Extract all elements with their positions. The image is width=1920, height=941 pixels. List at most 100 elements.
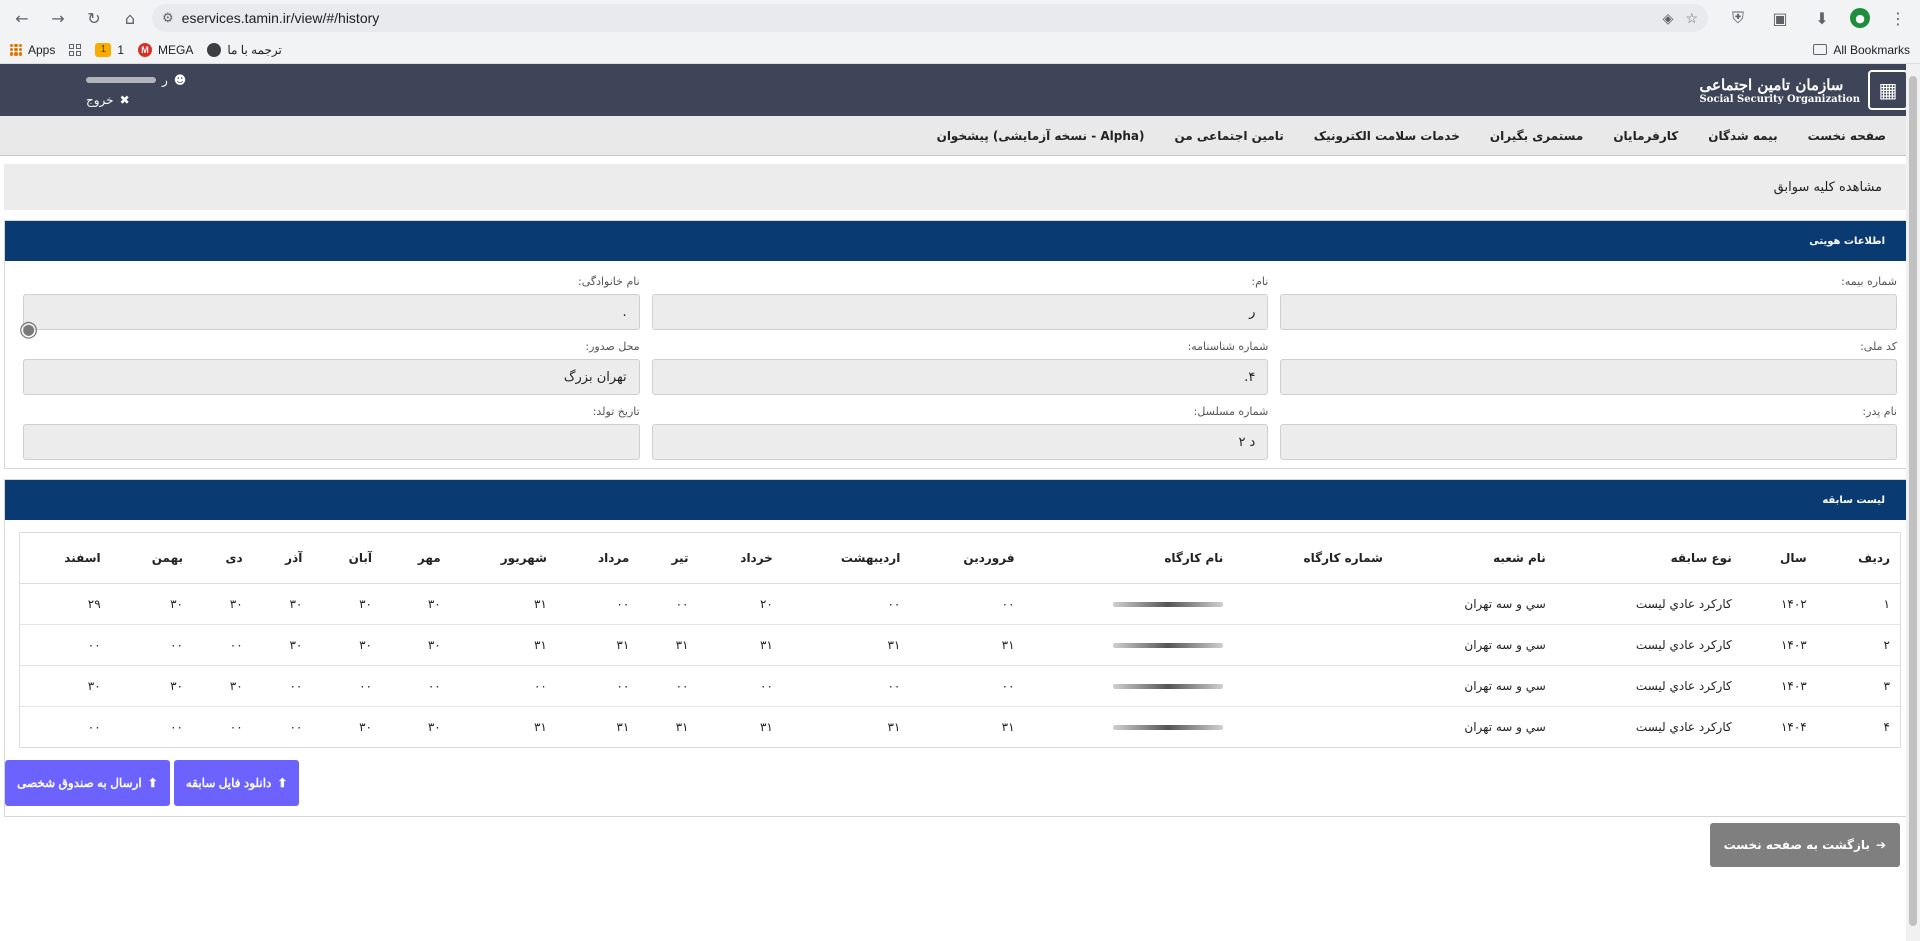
- menu-item-employers[interactable]: کارفرمایان: [1613, 129, 1678, 143]
- table-cell: ۳۰: [381, 623, 451, 665]
- table-cell: ۳: [1816, 664, 1900, 706]
- table-cell: ۴: [1816, 705, 1900, 747]
- identity-panel: اطلاعات هویتی شماره بیمه: نام: ر نام خانو…: [4, 220, 1916, 469]
- menu-item-home[interactable]: صفحه نخست: [1808, 129, 1886, 143]
- column-header: خرداد: [698, 533, 783, 584]
- menu-item-pensioners[interactable]: مستمری بگیران: [1490, 129, 1583, 143]
- logo-en-text: Social Security Organization: [1699, 93, 1861, 105]
- menu-item-ehealth[interactable]: خدمات سلامت الکترونیک: [1314, 129, 1460, 143]
- history-table-wrap: ردیف سال نوع سابقه نام شعبه شماره کارگاه نام …: [19, 532, 1901, 748]
- close-icon: ✖: [119, 93, 130, 107]
- table-cell: سي و سه تهران: [1392, 582, 1556, 624]
- breadcrumb: مشاهده کلیه سوابق: [4, 164, 1916, 210]
- field-birth-date: تاریخ تولد:: [23, 405, 640, 460]
- user-initial: ر: [162, 73, 168, 87]
- field-first-name: نام: ر: [651, 275, 1269, 330]
- table-cell: [1233, 582, 1393, 624]
- table-cell: ۱۴۰۳: [1741, 623, 1817, 665]
- table-cell: ۲۹: [20, 582, 111, 624]
- reload-icon[interactable]: ↻: [80, 4, 108, 32]
- bookmark-one[interactable]: 11: [95, 42, 124, 57]
- table-cell: ۲۰: [698, 582, 783, 624]
- profile-avatar[interactable]: ●: [1850, 8, 1870, 28]
- table-cell: [1024, 623, 1234, 665]
- ssg-logo[interactable]: ▦ سازمان تامین اجتماعی Social Security O…: [1699, 70, 1908, 110]
- upload-tray-icon: ⬆: [147, 776, 158, 790]
- table-cell: ۰۰: [20, 623, 111, 665]
- table-cell: ۰۰: [193, 623, 253, 665]
- eye-slash-icon[interactable]: ◉: [19, 317, 38, 342]
- table-cell: ۱۴۰۳: [1741, 664, 1817, 706]
- download-icon[interactable]: ⬇: [1808, 4, 1836, 32]
- bookmark-apps[interactable]: Apps: [10, 43, 55, 57]
- table-cell: ۳۱: [556, 705, 640, 747]
- table-cell: ۳۱: [782, 705, 911, 747]
- shield-extension-icon[interactable]: ⛨: [1724, 4, 1752, 32]
- table-cell: ۳۰: [312, 705, 382, 747]
- send-to-inbox-button[interactable]: ⬆ ارسال به صندوق شخصی: [5, 760, 170, 806]
- forward-arrow-icon[interactable]: →: [44, 4, 72, 32]
- menu-item-dashboard[interactable]: پیشخوان (نسخه آزمایشی - Alpha): [937, 129, 1145, 143]
- table-cell: ۳۱: [910, 705, 1025, 747]
- table-cell: ۰۰: [556, 664, 640, 706]
- translate-icon[interactable]: ◈: [1663, 10, 1674, 27]
- page-scrollbar[interactable]: [1906, 64, 1920, 941]
- back-home-button[interactable]: بازگشت به صفحه نخست ➔: [1709, 823, 1900, 867]
- column-header: نام کارگاه: [1024, 533, 1234, 584]
- table-cell: کارکرد عادي ليست: [1555, 623, 1742, 665]
- back-arrow-icon[interactable]: ←: [8, 4, 36, 32]
- table-cell: ۰۰: [639, 664, 699, 706]
- table-cell: ۳۱: [450, 705, 557, 747]
- table-cell: [1233, 664, 1393, 706]
- table-cell: [1233, 705, 1393, 747]
- table-cell: ۰۰: [556, 582, 640, 624]
- table-cell: ۳۰: [381, 582, 451, 624]
- download-history-button[interactable]: ⬆ دانلود فایل سابقه: [173, 760, 300, 806]
- table-cell: ۳۰: [20, 664, 111, 706]
- table-cell: کارکرد عادي ليست: [1555, 582, 1742, 624]
- upload-tray-icon: ⬆: [277, 776, 288, 790]
- menu-item-my-tamin[interactable]: تامین اجتماعی من: [1175, 129, 1284, 143]
- logo-mark-icon: ▦: [1868, 70, 1908, 110]
- mega-icon: M: [138, 42, 153, 57]
- table-cell: کارکرد عادي ليست: [1555, 664, 1742, 706]
- table-cell: ۳۰: [193, 582, 253, 624]
- column-header: فروردین: [910, 533, 1025, 584]
- bookmark-translate[interactable]: ترجمه با ما: [207, 42, 282, 57]
- table-cell: ۳۰: [381, 705, 451, 747]
- table-cell: ۳۱: [698, 623, 783, 665]
- page-content: ر ☻ خروج ✖ ▦ سازمان تامین اجتماعی Social…: [0, 64, 1920, 941]
- identity-panel-header: اطلاعات هویتی: [5, 221, 1915, 261]
- column-header: آبان: [312, 533, 382, 584]
- table-cell: ۳۱: [556, 623, 640, 665]
- table-cell: ۰۰: [110, 705, 193, 747]
- field-father-name: نام پدر:: [1280, 405, 1897, 460]
- column-header: مرداد: [556, 533, 640, 584]
- table-cell: سي و سه تهران: [1392, 705, 1556, 747]
- table-cell: ۳۱: [698, 705, 783, 747]
- address-bar[interactable]: ⚙ eservices.tamin.ir/view/#/history ◈ ☆: [152, 4, 1708, 32]
- scrollbar-thumb[interactable]: [1909, 76, 1917, 926]
- extensions-puzzle-icon[interactable]: ▣: [1766, 4, 1794, 32]
- all-bookmarks[interactable]: All Bookmarks: [1813, 43, 1910, 57]
- bookmark-grid[interactable]: [69, 43, 82, 56]
- menu-kebab-icon[interactable]: ⋮: [1884, 4, 1912, 32]
- table-cell: ۰۰: [698, 664, 783, 706]
- table-cell: ۳۰: [252, 623, 313, 665]
- column-header: اسفند: [20, 533, 111, 584]
- page-title: مشاهده کلیه سوابق: [1773, 179, 1882, 195]
- home-icon[interactable]: ⌂: [116, 4, 144, 32]
- table-row: ۴ ۱۴۰۴ کارکرد عادي ليست سي و سه تهران ۳۱ ۳۱ ۳۱…: [20, 705, 1900, 747]
- site-settings-icon[interactable]: ⚙: [162, 10, 174, 26]
- table-cell: [1024, 582, 1234, 624]
- menu-item-insured[interactable]: بیمه شدگان: [1708, 129, 1777, 143]
- logo-fa-text: سازمان تامین اجتماعی: [1699, 75, 1844, 94]
- table-header-row: ردیف سال نوع سابقه نام شعبه شماره کارگاه نام …: [20, 533, 1900, 584]
- table-cell: کارکرد عادي ليست: [1555, 705, 1742, 747]
- column-header: نوع سابقه: [1555, 533, 1742, 584]
- table-cell: ۱: [1816, 582, 1900, 624]
- bookmark-star-icon[interactable]: ☆: [1685, 10, 1698, 27]
- logout-link[interactable]: خروج ✖: [86, 93, 130, 107]
- field-id-number: شماره شناسنامه: ۴.: [651, 340, 1269, 395]
- bookmark-mega[interactable]: M MEGA: [138, 42, 193, 57]
